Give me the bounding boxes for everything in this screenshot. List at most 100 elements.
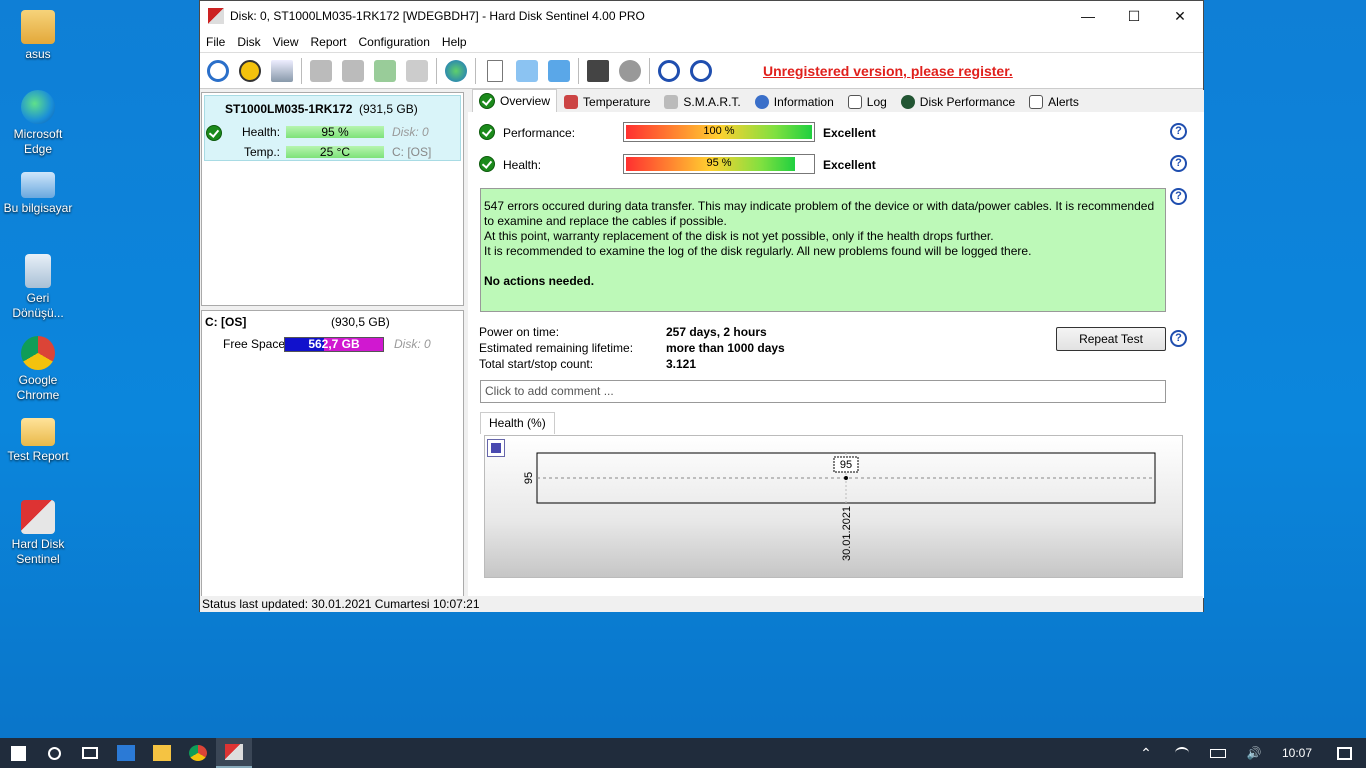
power-on-label: Power on time: [479,325,560,339]
computer-icon [21,172,55,198]
action-text: No actions needed. [484,274,595,288]
unregistered-link[interactable]: Unregistered version, please register. [763,63,1013,79]
menu-help[interactable]: Help [436,35,473,49]
disk-info-button[interactable] [268,57,296,85]
tab-smart[interactable]: S.M.A.R.T. [657,91,747,112]
tab-information[interactable]: Information [748,91,841,112]
clock[interactable]: 10:07 [1272,746,1322,760]
wifi-tray[interactable] [1164,738,1200,768]
hard-disk-sentinel-app[interactable] [216,738,252,768]
alerts-icon [1029,94,1044,109]
menu-view[interactable]: View [267,35,305,49]
log-icon [847,94,862,109]
document-icon [487,59,503,82]
mail-app[interactable] [108,738,144,768]
tab-health-graph[interactable]: Health (%) [480,412,555,434]
test-button-3[interactable] [371,57,399,85]
battery-icon [1210,748,1226,758]
toolbar-separator [475,57,476,84]
desktop-icon-test-report[interactable]: Test Report [0,418,76,464]
battery-tray[interactable] [1200,738,1236,768]
message-help-icon[interactable]: ? [1170,188,1187,205]
explorer-app[interactable] [144,738,180,768]
desktop-icon-chrome[interactable]: Google Chrome [0,336,76,403]
comment-input[interactable]: Click to add comment ... [480,380,1166,403]
disk-number: Disk: 0 [392,125,429,139]
health-label: Health: [503,158,542,172]
toolbar-separator [578,57,579,84]
health-bar: 95 % [623,154,815,174]
desktop-icon-edge[interactable]: Microsoft Edge [0,90,76,157]
web-button[interactable] [442,57,470,85]
refresh-button[interactable] [204,57,232,85]
health-chart: 95 30.01.2021 95 [523,452,1156,561]
lifetime-label: Estimated remaining lifetime: [479,341,634,355]
tab-overview[interactable]: Overview [472,89,558,112]
network-button[interactable] [545,57,573,85]
disk-entry[interactable]: ST1000LM035-1RK172 (931,5 GB) Health: 95… [204,95,461,161]
tab-disk-performance[interactable]: Disk Performance [894,91,1022,112]
graph-button[interactable] [584,57,612,85]
tab-temperature[interactable]: Temperature [557,91,657,112]
show-hidden-icons[interactable]: ⌃ [1128,738,1164,768]
mail-icon [117,745,135,761]
alert-button[interactable] [236,57,264,85]
chrome-icon [189,745,207,761]
edge-icon [21,90,55,124]
chrome-app[interactable] [180,738,216,768]
disk-temp-label: Temp.: [244,145,281,159]
sound-button[interactable] [616,57,644,85]
desktop-icon-recycle-bin[interactable]: Geri Dönüşü... [0,254,76,321]
tab-log[interactable]: Log [841,91,894,112]
health-graph: 95 30.01.2021 95 [484,435,1183,578]
performance-value: 100 % [703,125,735,137]
thermometer-icon [564,94,579,109]
task-view-button[interactable] [72,738,108,768]
menu-report[interactable]: Report [304,35,352,49]
wifi-icon [1175,747,1189,759]
repeat-help-icon[interactable]: ? [1170,330,1187,347]
volume-entry[interactable]: C: [OS] (930,5 GB) Free Space 562,7 GB D… [202,311,463,357]
desktop-icon-computer[interactable]: Bu bilgisayar [0,172,76,216]
status-bar: Status last updated: 30.01.2021 Cumartes… [200,596,1203,612]
disk-ok-icon [374,59,396,82]
close-button[interactable]: ✕ [1157,1,1203,31]
desktop-icon-hard-disk-sentinel[interactable]: Hard Disk Sentinel [0,500,76,567]
menu-configuration[interactable]: Configuration [353,35,436,49]
tab-alerts[interactable]: Alerts [1022,91,1086,112]
hard-disk-sentinel-icon [21,500,55,534]
toolbar-separator [301,57,302,84]
disk-health-label: Health: [242,125,281,139]
volume-tray[interactable]: 🔊 [1236,738,1272,768]
info-icon [690,59,712,82]
test-button-1[interactable] [307,57,335,85]
app-icon [208,8,224,24]
performance-help-icon[interactable]: ? [1170,123,1187,140]
info-icon [754,94,769,109]
health-help-icon[interactable]: ? [1170,155,1187,172]
sync-button[interactable] [513,57,541,85]
search-button[interactable] [36,738,72,768]
minimize-button[interactable]: — [1065,1,1111,31]
status-message-box: 547 errors occured during data transfer.… [480,188,1166,312]
repeat-test-button[interactable]: Repeat Test [1056,327,1166,351]
title-bar[interactable]: Disk: 0, ST1000LM035-1RK172 [WDEGBDH7] -… [200,1,1203,31]
action-center-button[interactable] [1322,738,1366,768]
x-tick-label: 30.01.2021 [841,506,853,561]
menu-file[interactable]: File [200,35,231,49]
globe-icon [445,59,467,82]
left-panel: ST1000LM035-1RK172 (931,5 GB) Health: 95… [200,90,465,598]
report-button[interactable] [481,57,509,85]
help-button[interactable] [655,57,683,85]
lifetime-value: more than 1000 days [666,341,785,355]
window-title: Disk: 0, ST1000LM035-1RK172 [WDEGBDH7] -… [230,9,645,23]
maximize-button[interactable]: ☐ [1111,1,1157,31]
health-value: 95 % [706,157,732,169]
start-button[interactable] [0,738,36,768]
test-button-2[interactable] [339,57,367,85]
desktop-icon-asus[interactable]: asus [0,10,76,62]
about-button[interactable] [687,57,715,85]
test-button-4[interactable] [403,57,431,85]
search-icon [47,746,61,760]
menu-disk[interactable]: Disk [231,35,266,49]
